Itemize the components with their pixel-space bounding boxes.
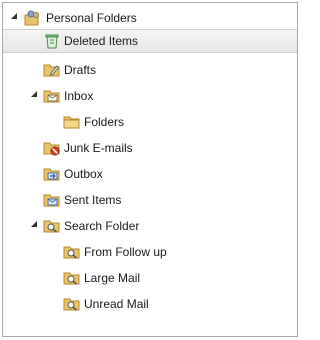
- search-folder-icon: [63, 243, 81, 261]
- tree-item-label: Personal Folders: [46, 11, 137, 25]
- tree-item-search-folder[interactable]: Search Folder: [3, 214, 297, 238]
- tree-item-drafts[interactable]: Drafts: [3, 58, 297, 82]
- tree-item-label: Search Folder: [64, 219, 140, 233]
- folder-tree: Personal Folders Deleted Items Drafts In…: [2, 2, 298, 337]
- tree-item-personal-folders[interactable]: Personal Folders: [3, 6, 297, 30]
- folder-icon: [63, 113, 81, 131]
- collapse-toggle-icon[interactable]: [31, 91, 37, 97]
- tree-item-from-follow-up[interactable]: From Follow up: [3, 240, 297, 264]
- tree-item-junk-emails[interactable]: Junk E-mails: [3, 136, 297, 160]
- tree-item-label: Sent Items: [64, 193, 122, 207]
- personal-folders-icon: [23, 9, 41, 27]
- tree-item-deleted-items[interactable]: Deleted Items: [3, 29, 297, 53]
- collapse-toggle-icon[interactable]: [11, 13, 17, 19]
- tree-item-large-mail[interactable]: Large Mail: [3, 266, 297, 290]
- tree-item-label: Junk E-mails: [64, 141, 133, 155]
- drafts-folder-icon: [43, 61, 61, 79]
- recycle-bin-icon: [43, 32, 61, 50]
- tree-item-label: Inbox: [64, 89, 94, 103]
- sent-items-folder-icon: [43, 191, 61, 209]
- tree-item-label: Unread Mail: [84, 297, 149, 311]
- collapse-toggle-icon[interactable]: [31, 221, 37, 227]
- tree-item-label: Drafts: [64, 63, 97, 77]
- tree-item-label: Folders: [84, 115, 125, 129]
- search-folder-icon: [43, 217, 61, 235]
- tree-item-label: Deleted Items: [64, 34, 139, 48]
- tree-item-outbox[interactable]: Outbox: [3, 162, 297, 186]
- tree-item-folders[interactable]: Folders: [3, 110, 297, 134]
- outbox-folder-icon: [43, 165, 61, 183]
- tree-item-inbox[interactable]: Inbox: [3, 84, 297, 108]
- inbox-folder-icon: [43, 87, 61, 105]
- junk-mail-folder-icon: [43, 139, 61, 157]
- tree-item-sent-items[interactable]: Sent Items: [3, 188, 297, 212]
- tree-item-label: Outbox: [64, 167, 103, 181]
- search-folder-icon: [63, 269, 81, 287]
- search-folder-icon: [63, 295, 81, 313]
- tree-item-label: From Follow up: [84, 245, 167, 259]
- tree-item-label: Large Mail: [84, 271, 141, 285]
- tree-item-unread-mail[interactable]: Unread Mail: [3, 292, 297, 316]
